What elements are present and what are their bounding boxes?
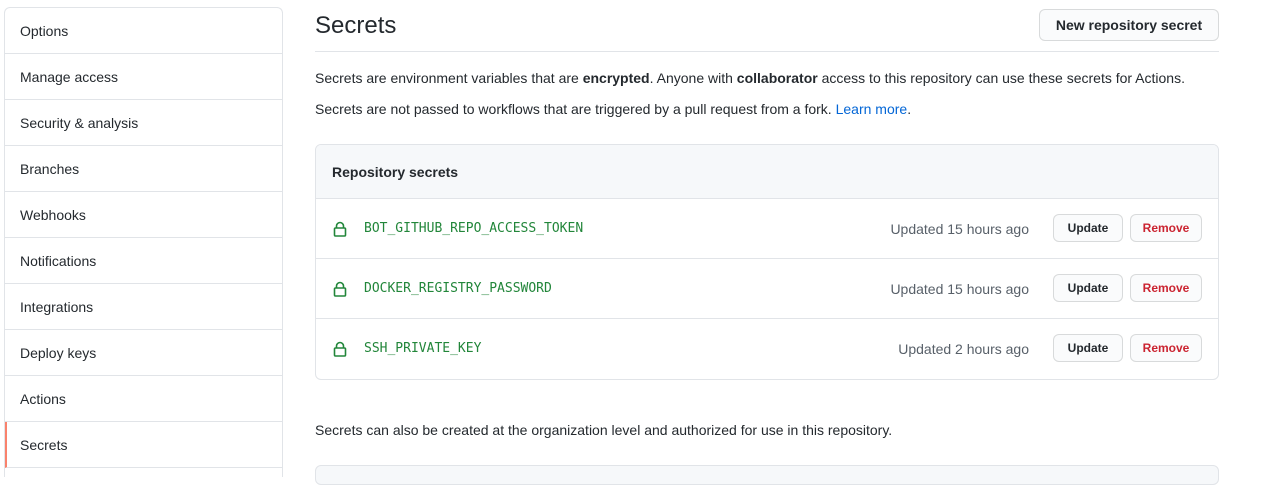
desc-text: . Anyone with [649, 70, 737, 86]
repository-secrets-header: Repository secrets [316, 145, 1218, 199]
secret-updated: Updated 2 hours ago [898, 341, 1029, 357]
sidebar-item-manage-access[interactable]: Manage access [5, 54, 282, 100]
secret-row: SSH_PRIVATE_KEY Updated 2 hours ago Upda… [316, 319, 1218, 379]
page-header: Secrets New repository secret [315, 0, 1219, 52]
fork-note-text: Secrets are not passed to workflows that… [315, 101, 836, 117]
settings-sidebar: Options Manage access Security & analysi… [4, 7, 283, 477]
fork-note-end: . [907, 101, 912, 117]
organization-secrets-box [315, 465, 1219, 485]
lock-icon [333, 221, 347, 237]
desc-text: access to this repository can use these … [817, 70, 1185, 86]
update-secret-button[interactable]: Update [1053, 214, 1123, 242]
remove-secret-button[interactable]: Remove [1130, 274, 1202, 302]
update-secret-button[interactable]: Update [1053, 274, 1123, 302]
secret-updated: Updated 15 hours ago [890, 281, 1029, 297]
secret-name: DOCKER_REGISTRY_PASSWORD [364, 281, 552, 296]
sidebar-item-secrets[interactable]: Secrets [5, 422, 282, 468]
desc-text: Secrets are environment variables that a… [315, 70, 583, 86]
desc-collaborator: collaborator [736, 70, 818, 86]
desc-encrypted: encrypted [582, 70, 650, 86]
repository-secrets-box: Repository secrets BOT_GITHUB_REPO_ACCES… [315, 144, 1219, 380]
secret-updated: Updated 15 hours ago [890, 221, 1029, 237]
sidebar-item-integrations[interactable]: Integrations [5, 284, 282, 330]
page-title: Secrets [315, 12, 397, 39]
lock-icon [333, 281, 347, 297]
secret-row: BOT_GITHUB_REPO_ACCESS_TOKEN Updated 15 … [316, 199, 1218, 259]
update-secret-button[interactable]: Update [1053, 334, 1123, 362]
sidebar-item-deploy-keys[interactable]: Deploy keys [5, 330, 282, 376]
sidebar-item-options[interactable]: Options [5, 8, 282, 54]
sidebar-item-notifications[interactable]: Notifications [5, 238, 282, 284]
sidebar-item-branches[interactable]: Branches [5, 146, 282, 192]
organization-secrets-note: Secrets can also be created at the organ… [315, 422, 893, 438]
sidebar-item-webhooks[interactable]: Webhooks [5, 192, 282, 238]
secrets-description: Secrets are environment variables that a… [315, 70, 1185, 86]
new-repository-secret-button[interactable]: New repository secret [1039, 9, 1219, 41]
secret-name: BOT_GITHUB_REPO_ACCESS_TOKEN [364, 221, 584, 236]
remove-secret-button[interactable]: Remove [1130, 334, 1202, 362]
fork-note: Secrets are not passed to workflows that… [315, 101, 911, 117]
secret-row: DOCKER_REGISTRY_PASSWORD Updated 15 hour… [316, 259, 1218, 319]
learn-more-link[interactable]: Learn more [836, 101, 908, 117]
remove-secret-button[interactable]: Remove [1130, 214, 1202, 242]
sidebar-item-security-analysis[interactable]: Security & analysis [5, 100, 282, 146]
secret-name: SSH_PRIVATE_KEY [364, 341, 482, 356]
secrets-main: Secrets New repository secret Secrets ar… [315, 0, 1219, 485]
sidebar-item-actions[interactable]: Actions [5, 376, 282, 422]
lock-icon [333, 341, 347, 357]
